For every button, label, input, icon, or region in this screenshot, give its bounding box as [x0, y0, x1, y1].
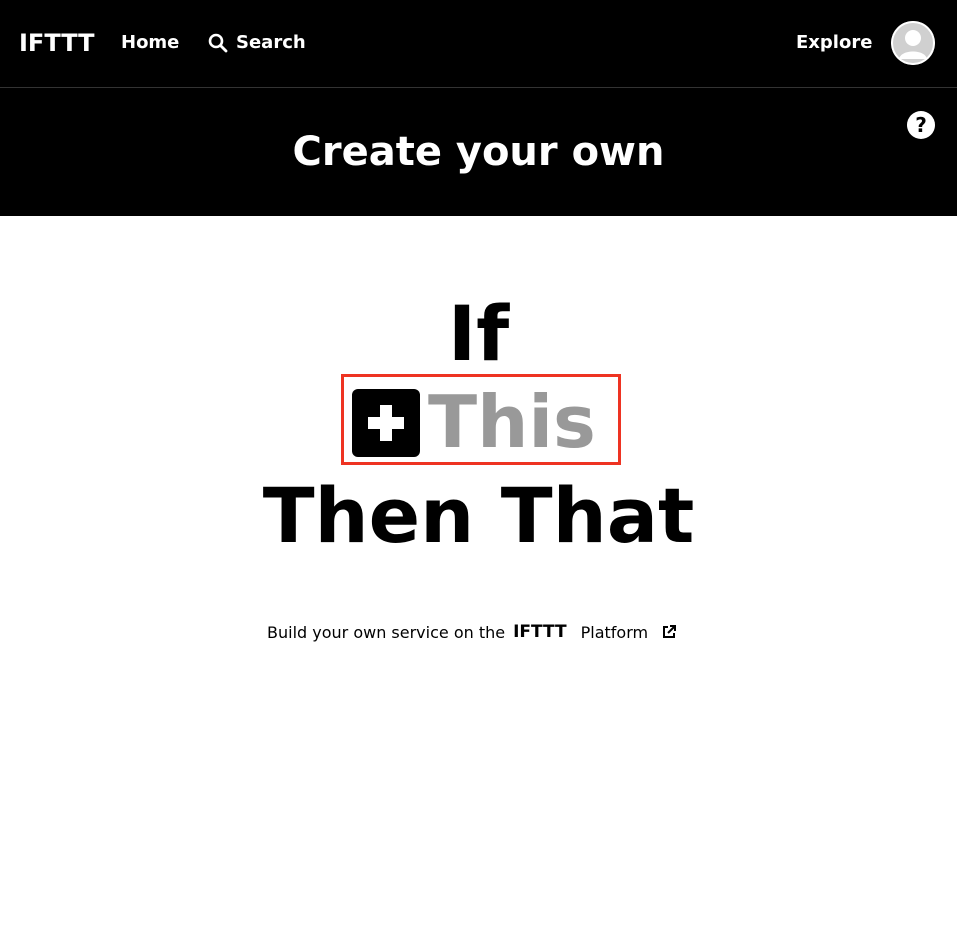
home-link[interactable]: Home: [121, 30, 179, 56]
user-avatar-button[interactable]: [891, 21, 935, 65]
ifttt-logo[interactable]: IFTTT: [19, 28, 95, 58]
help-icon: ?: [915, 113, 927, 137]
search-link[interactable]: Search: [208, 30, 306, 56]
platform-promo: Build your own service on the IFTTT Plat…: [267, 619, 677, 645]
explore-link[interactable]: Explore: [796, 30, 872, 56]
user-avatar-icon: [891, 21, 935, 65]
this-label: This: [428, 380, 596, 464]
if-heading: If: [447, 289, 510, 378]
search-label: Search: [236, 32, 306, 53]
external-link-icon[interactable]: [662, 625, 677, 639]
help-button[interactable]: ?: [907, 111, 935, 139]
page-title: Create your own: [292, 129, 665, 175]
platform-link[interactable]: Platform: [581, 623, 648, 642]
plus-icon: [352, 389, 420, 457]
then-that-heading: Then That: [262, 471, 695, 560]
platform-prefix-text: Build your own service on the: [267, 622, 506, 642]
top-navbar: IFTTT Home Search Explore: [0, 0, 957, 88]
search-icon: [208, 33, 228, 53]
page-header: Create your own ?: [0, 88, 957, 216]
add-this-trigger-button[interactable]: This: [341, 374, 621, 465]
platform-ifttt-logo: IFTTT: [513, 622, 567, 642]
